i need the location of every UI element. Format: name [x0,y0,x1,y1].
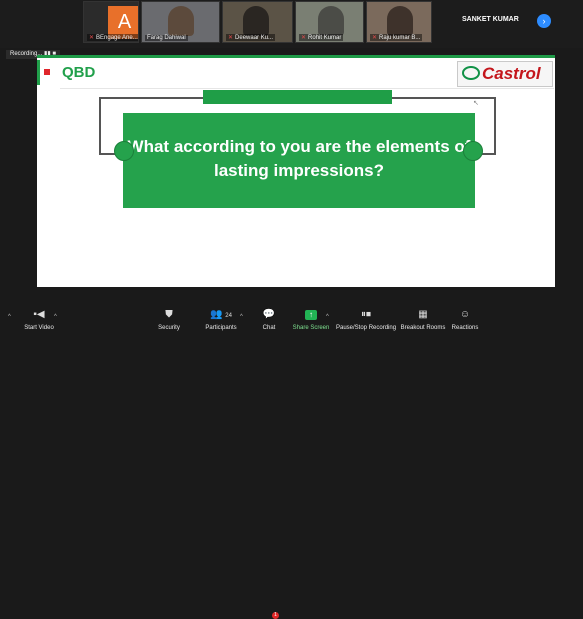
caret-up-icon[interactable]: ^ [54,314,57,320]
muted-mic-icon: ✕ [89,35,95,41]
grid-icon: ▦ [418,309,428,320]
caret-up-icon[interactable]: ^ [326,314,329,320]
participant-name: ✕ BEngage Ane... [87,34,138,41]
muted-mic-icon: ✕ [228,35,234,41]
share-screen-icon: ↑ [292,308,330,321]
share-screen-button[interactable]: ↑ Share Screen [292,308,330,331]
muted-mic-icon: ✕ [301,35,307,41]
breakout-rooms-button[interactable]: ▦ Breakout Rooms [400,308,446,331]
participant-tile[interactable]: Farag Dahiwal [141,1,220,43]
chat-button[interactable]: 💬 Chat [258,308,280,331]
video-feed [243,6,269,36]
connector-dot [463,141,483,161]
video-feed [387,6,413,36]
question-box: What according to you are the elements o… [123,113,475,208]
reactions-button[interactable]: ☺ Reactions [451,308,479,331]
video-off-icon: ▪◀ [33,309,45,320]
chat-bubble-icon: 💬 [262,309,276,320]
people-icon: 👥 24 [210,309,232,320]
participant-name: ✕ Raju kumar B... [370,34,423,41]
muted-mic-icon: ✕ [372,35,378,41]
shield-icon: ⛊ [165,309,173,320]
participant-tile[interactable]: ✕ Raju kumar B... [366,1,432,43]
participant-name: ✕ Deewaar Ku... [226,34,276,41]
video-feed [318,6,344,36]
participants-button[interactable]: 👥 24 Participants [202,308,240,331]
castrol-logo: Castrol [457,61,553,87]
divider [60,88,554,89]
video-feed [168,6,194,36]
slide-section-title: QBD [62,64,96,81]
start-video-button[interactable]: ▪◀ Start Video [20,308,58,331]
connector-dot [114,141,134,161]
participant-name: Farag Dahiwal [145,35,188,41]
mouse-cursor-icon: ↖ [473,100,479,107]
chat-unread-badge: 1 [272,612,279,619]
participant-strip: A ✕ BEngage Ane... Farag Dahiwal ✕ Deewaar… [0,0,583,48]
caret-up-icon[interactable]: ^ [8,314,11,320]
meeting-toolbar: ^ ▪◀ Start Video ^ ⛊ Security 👥 24 Particip… [0,306,583,619]
participant-tile[interactable]: ✕ Rohit Kumar [295,1,364,43]
caret-up-icon[interactable]: ^ [240,314,243,320]
smiley-plus-icon: ☺ [459,309,471,320]
active-speaker-name: SANKET KUMAR [462,16,519,23]
pause-stop-recording-button[interactable]: ⏸⏹ Pause/Stop Recording [336,308,396,331]
next-page-button[interactable]: › [537,14,551,28]
logo-ring-icon [462,66,480,80]
question-text: What according to you are the elements o… [127,137,471,180]
participant-name: ✕ Rohit Kumar [299,34,344,41]
shared-slide: QBD Castrol What according to you are th… [37,55,555,287]
frame-tab [203,90,392,104]
security-button[interactable]: ⛊ Security [154,308,184,331]
pause-stop-icon: ⏸⏹ [361,309,371,320]
participant-tile[interactable]: ✕ Deewaar Ku... [222,1,293,43]
red-marker [44,69,50,75]
accent-bar [37,60,40,85]
slide-top-stripe [37,55,555,58]
participant-tile[interactable]: A ✕ BEngage Ane... [83,1,139,43]
chevron-right-icon: › [542,16,546,26]
